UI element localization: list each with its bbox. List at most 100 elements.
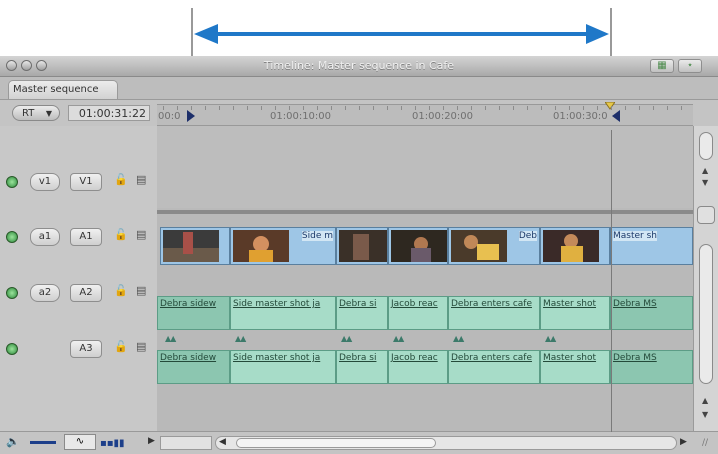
tab-master-sequence[interactable]: Master sequence [8, 80, 118, 99]
scroll-right-arrow-icon[interactable]: ▶ [680, 437, 687, 447]
snapping-toggle-icon[interactable]: ▦ [650, 59, 674, 73]
ruler-tick [667, 106, 668, 110]
audio-clip[interactable]: Master shot [540, 350, 610, 384]
ruler-tick [359, 106, 360, 110]
ruler-tick [597, 106, 598, 110]
scroll-down-arrow-icon[interactable]: ▼ [702, 410, 708, 419]
timeline-bottom-bar: 🔈 ∿ ▪▪▮▮ ▶ ◀ ▶ ∕∕ [0, 431, 718, 454]
video-clip[interactable] [336, 227, 388, 265]
audio-clip[interactable]: Side master shot ja [230, 296, 336, 330]
ruler-tick [625, 106, 626, 110]
link-marker-icon: ▲▲ [341, 334, 352, 343]
scroll-up-arrow-icon[interactable]: ▲ [702, 166, 708, 175]
video-clip[interactable]: Deb [448, 227, 540, 265]
clip-label: Deb [518, 231, 537, 241]
audio-clip[interactable]: Debra enters cafe [448, 350, 540, 384]
clip-label: Side master shot ja [233, 299, 321, 309]
auto-select-icon[interactable]: ▤ [136, 284, 146, 297]
lock-icon[interactable]: 🔓 [114, 340, 128, 353]
playhead-icon[interactable] [605, 102, 615, 110]
lock-icon[interactable]: 🔓 [114, 173, 128, 186]
timeline-tracks[interactable]: Side m Deb Master sh Debra sidew Side ma… [157, 126, 693, 431]
auto-select-icon[interactable]: ▤ [136, 228, 146, 241]
scroll-up-arrow-icon[interactable]: ▲ [702, 396, 708, 405]
ruler-tick [653, 106, 654, 110]
audio-clip[interactable]: Side master shot ja [230, 350, 336, 384]
lock-icon[interactable]: 🔓 [114, 284, 128, 297]
audio-enable-icon[interactable] [6, 231, 18, 243]
zoom-slider[interactable] [160, 436, 212, 450]
audio-clip[interactable]: Jacob reac [388, 296, 448, 330]
video-clip[interactable]: Side m [230, 227, 336, 265]
video-clip[interactable] [540, 227, 610, 265]
zoom-slider-left-icon[interactable]: ▶ [148, 436, 155, 446]
a2-clip-lane: Debra sidew Side master shot ja Debra si… [157, 350, 693, 384]
audio-enable-icon[interactable] [6, 287, 18, 299]
video-clip[interactable] [388, 227, 448, 265]
clip-thumbnail [233, 230, 289, 262]
audio-clip[interactable]: Debra enters cafe [448, 296, 540, 330]
source-control-v1[interactable]: v1 [30, 173, 60, 191]
audio-clip[interactable]: Debra si [336, 296, 388, 330]
audio-controls-icon[interactable]: 🔈 [6, 435, 20, 448]
audio-clip[interactable]: Debra sidew [157, 296, 230, 330]
track-header-a3: A3 🔓 ▤ [0, 326, 157, 372]
title-bar[interactable]: Timeline: Master sequence in Cafe ▦ ⋆ [0, 56, 718, 77]
audio-clip[interactable]: Jacob reac [388, 350, 448, 384]
scroll-down-arrow-icon[interactable]: ▼ [702, 178, 708, 187]
audio-clip[interactable]: Debra sidew [157, 350, 230, 384]
horizontal-scroll-thumb[interactable] [236, 438, 436, 448]
scroll-divider-handle[interactable] [697, 206, 715, 224]
clip-label: Debra sidew [160, 299, 217, 309]
ruler-tick [191, 106, 192, 110]
chevron-down-icon: ▼ [45, 109, 52, 118]
source-control-a2[interactable]: a2 [30, 284, 60, 302]
rt-label: RT [22, 108, 35, 119]
current-timecode-field[interactable]: 01:00:31:22 [68, 105, 150, 121]
clip-thumbnail [163, 230, 219, 262]
window-title: Timeline: Master sequence in Cafe [263, 59, 455, 72]
scroll-left-arrow-icon[interactable]: ◀ [219, 437, 226, 447]
track-size-icon[interactable]: ▪▪▮▮ [100, 438, 125, 449]
auto-select-icon[interactable]: ▤ [136, 340, 146, 353]
audio-clip[interactable]: Debra MS [610, 296, 693, 330]
video-clip[interactable]: Master sh [610, 227, 693, 265]
destination-control-a2[interactable]: A2 [70, 284, 102, 302]
audio-clip[interactable]: Debra MS [610, 350, 693, 384]
destination-control-v1[interactable]: V1 [70, 173, 102, 191]
ruler-label: 01:00:10:00 [270, 111, 332, 122]
audio-clip[interactable]: Master shot [540, 296, 610, 330]
linking-toggle-icon[interactable]: ⋆ [678, 59, 702, 73]
ruler-tick [289, 106, 290, 110]
ruler-tick [415, 106, 416, 110]
track-header-a1: a1 A1 🔓 ▤ [0, 214, 157, 260]
ruler-tick [177, 106, 178, 110]
in-point-marker-icon[interactable] [187, 110, 195, 122]
rt-popup-button[interactable]: RT ▼ [12, 105, 60, 121]
time-ruler[interactable]: 00:0 01:00:10:00 01:00:20:00 01:00:30:0 [157, 102, 693, 126]
out-point-marker-icon[interactable] [612, 110, 620, 122]
resize-grip-icon[interactable]: ∕∕ [702, 438, 708, 448]
lock-icon[interactable]: 🔓 [114, 228, 128, 241]
track-visibility-icon[interactable] [6, 176, 18, 188]
vertical-scrollbar[interactable]: ▲ ▼ ▲ ▼ [693, 126, 718, 431]
destination-control-a3[interactable]: A3 [70, 340, 102, 358]
ruler-tick [639, 106, 640, 110]
clip-label: Side m [301, 231, 333, 241]
audio-scroll-thumb[interactable] [699, 244, 713, 384]
clip-label: Debra MS [613, 299, 657, 309]
audio-enable-icon[interactable] [6, 343, 18, 355]
video-scroll-thumb[interactable] [699, 132, 713, 160]
link-marker-icon: ▲▲ [235, 334, 246, 343]
auto-select-icon[interactable]: ▤ [136, 173, 146, 186]
video-clip[interactable] [160, 227, 230, 265]
clip-overlays-icon[interactable]: ∿ [64, 434, 96, 450]
audio-clip[interactable]: Debra si [336, 350, 388, 384]
track-header-v1: v1 V1 🔓 ▤ [0, 159, 157, 205]
ruler-tick [499, 106, 500, 110]
destination-control-a1[interactable]: A1 [70, 228, 102, 246]
source-control-a1[interactable]: a1 [30, 228, 60, 246]
horizontal-scrollbar[interactable]: ◀ [215, 436, 677, 450]
playhead-line [611, 130, 612, 432]
track-height-icon[interactable] [30, 441, 56, 444]
